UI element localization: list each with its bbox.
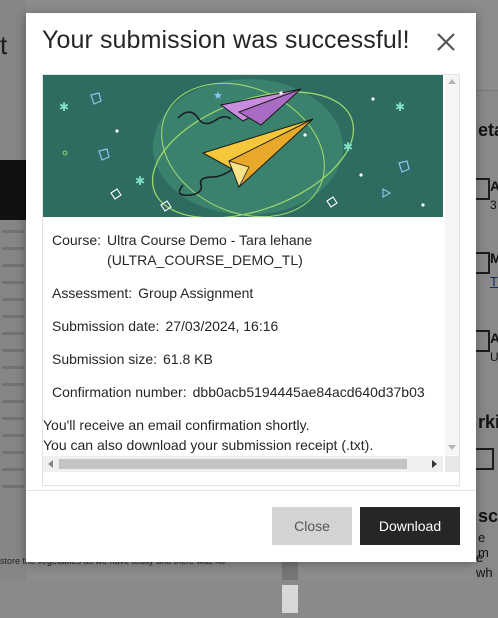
svg-text:✱: ✱ xyxy=(343,140,353,154)
submission-size-value: 61.8 KB xyxy=(163,351,213,367)
detail-course: Course: Ultra Course Demo - Tara lehane … xyxy=(52,230,447,270)
assessment-label: Assessment: xyxy=(52,285,133,301)
submission-date-label: Submission date: xyxy=(52,318,160,334)
vertical-scrollbar[interactable] xyxy=(445,75,459,455)
dialog-content-scroll-area[interactable]: ✱ ✱ ✱ ✱ ★ Course: Ultra Course Demo - Ta… xyxy=(42,74,460,486)
course-value: Ultra Course Demo - Tara lehane (ULTRA_C… xyxy=(107,232,313,268)
horizontal-scrollbar-thumb[interactable] xyxy=(59,459,407,469)
paper-planes-illustration: ✱ ✱ ✱ ✱ ★ xyxy=(43,75,443,217)
assessment-value: Group Assignment xyxy=(138,285,254,301)
detail-confirmation-number: Confirmation number: dbb0acb5194445ae84a… xyxy=(52,382,447,402)
download-button[interactable]: Download xyxy=(360,507,460,545)
scroll-up-arrow-icon[interactable] xyxy=(448,79,456,84)
receipt-download-note: You can also download your submission re… xyxy=(43,437,374,453)
scroll-down-arrow-icon[interactable] xyxy=(448,445,456,450)
close-button[interactable]: Close xyxy=(272,507,352,545)
submission-date-value: 27/03/2024, 16:16 xyxy=(165,318,279,334)
dialog-title: Your submission was successful! xyxy=(42,26,410,54)
svg-text:★: ★ xyxy=(213,90,223,102)
submission-size-label: Submission size: xyxy=(52,351,158,367)
scrollbar-corner xyxy=(445,456,459,472)
confirmation-notes: You'll receive an email confirmation sho… xyxy=(43,415,373,455)
submission-success-dialog: Your submission was successful! ✱ ✱ ✱ ✱ … xyxy=(26,13,476,562)
submission-details: Course: Ultra Course Demo - Tara lehane … xyxy=(52,230,447,415)
svg-text:✱: ✱ xyxy=(395,100,405,114)
dialog-footer: Close Download xyxy=(26,490,476,562)
confirmation-number-value: dbb0acb5194445ae84acd640d37b03 xyxy=(192,384,425,400)
close-icon[interactable] xyxy=(434,30,458,54)
course-label: Course: xyxy=(52,232,102,248)
confirmation-number-label: Confirmation number: xyxy=(52,384,187,400)
detail-assessment: Assessment: Group Assignment xyxy=(52,283,447,303)
svg-text:✱: ✱ xyxy=(59,100,69,114)
horizontal-scrollbar[interactable] xyxy=(43,456,443,472)
email-confirmation-note: You'll receive an email confirmation sho… xyxy=(43,417,310,433)
detail-submission-date: Submission date: 27/03/2024, 16:16 xyxy=(52,316,447,336)
scroll-left-arrow-icon[interactable] xyxy=(48,460,53,468)
detail-submission-size: Submission size: 61.8 KB xyxy=(52,349,447,369)
svg-text:✱: ✱ xyxy=(135,174,145,188)
scroll-right-arrow-icon[interactable] xyxy=(432,460,437,468)
